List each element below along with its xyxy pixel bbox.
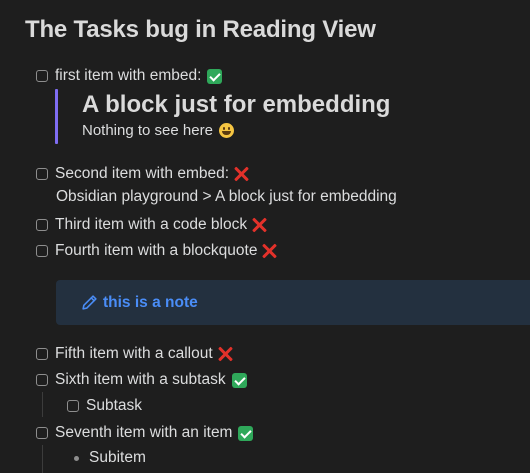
task-checkbox[interactable] [36,219,48,231]
task-item-4: Fourth item with a blockquote [36,240,277,262]
subtask-text: Subtask [86,397,143,414]
embed-text: Nothing to see here [82,122,213,139]
task-checkbox[interactable] [36,348,48,360]
task-text: Fourth item with a blockquote [55,242,258,259]
cross-mark-icon [251,217,267,233]
note-callout[interactable]: this is a note [56,280,530,325]
check-mark-icon [207,68,223,84]
task-text: Fifth item with a callout [55,345,213,362]
cross-mark-icon [217,346,233,362]
grinning-face-icon [218,123,234,138]
embed-border [55,89,58,144]
check-mark-icon [231,372,247,388]
task-text: first item with embed: [55,67,202,84]
subitem-item: Subitem [74,447,146,469]
subtask-item: Subtask [67,395,142,417]
task-checkbox[interactable] [36,374,48,386]
pencil-icon [80,294,98,312]
cross-mark-icon [261,243,277,259]
cross-mark-icon [233,166,249,182]
task-checkbox[interactable] [67,400,79,412]
page-title: The Tasks bug in Reading View [25,16,376,43]
task-item-5: Fifth item with a callout [36,343,233,365]
subitem-text: Subitem [89,449,146,466]
task-item-1: first item with embed: [36,65,223,87]
task-item-7: Seventh item with an item [36,422,254,444]
check-mark-icon [238,425,254,441]
indent-guide [42,392,43,417]
task-text: Second item with embed: [55,165,230,182]
task-text: Third item with a code block [55,216,248,233]
task-item-3: Third item with a code block [36,214,267,236]
task-text: Sixth item with a subtask [55,371,226,388]
embed-heading: A block just for embedding [82,91,391,118]
task-checkbox[interactable] [36,70,48,82]
reading-view: The Tasks bug in Reading View first item… [0,0,530,473]
bullet-icon [74,455,79,461]
task-item-6: Sixth item with a subtask [36,369,247,391]
task-checkbox[interactable] [36,245,48,257]
task-text: Seventh item with an item [55,424,233,441]
task-checkbox[interactable] [36,168,48,180]
embed-link[interactable]: Obsidian playground > A block just for e… [56,188,397,206]
task-item-2: Second item with embed: [36,163,249,185]
indent-guide [42,445,43,473]
embed-text-line: Nothing to see here [82,122,234,139]
callout-title: this is a note [103,293,198,311]
task-checkbox[interactable] [36,427,48,439]
